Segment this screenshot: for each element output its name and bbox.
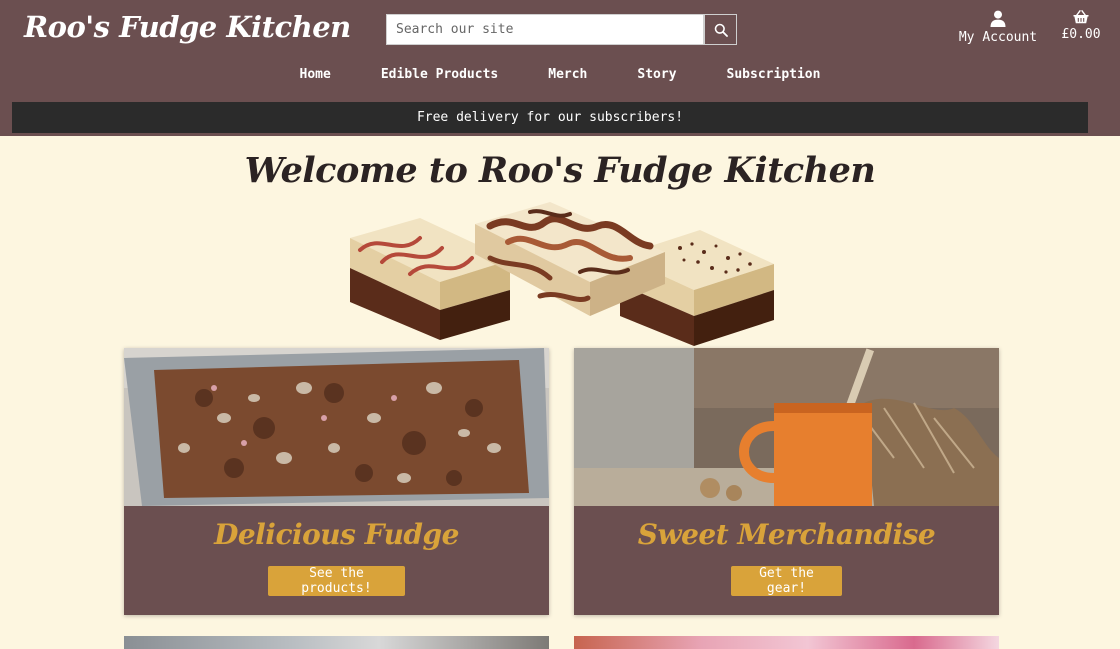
fudge-tray-image [124,348,549,506]
fudge-illustration [350,202,774,346]
get-gear-button[interactable]: Get the gear! [731,566,842,596]
nav-item-home[interactable]: Home [300,67,331,82]
cart-link[interactable]: £0.00 [1054,10,1108,42]
delivery-banner: Free delivery for our subscribers! [12,102,1088,133]
search-bar [386,14,737,45]
see-products-button[interactable]: See the products! [268,566,405,596]
card-image-partial [124,636,549,649]
fudge-card: Delicious Fudge See the products! [124,348,549,615]
nav-item-subscription[interactable]: Subscription [727,67,821,82]
flowers-image-partial [574,636,999,649]
basket-icon [1073,10,1089,24]
nav-item-story[interactable]: Story [637,67,676,82]
my-account-link[interactable]: My Account [952,10,1044,45]
orange-mug-image [574,348,999,506]
site-logo[interactable]: Roo's Fudge Kitchen [24,10,351,44]
cart-total: £0.00 [1061,27,1101,42]
nav-item-merch[interactable]: Merch [548,67,587,82]
nav-item-edible-products[interactable]: Edible Products [381,67,498,82]
fudge-card-title: Delicious Fudge [214,518,459,551]
site-header: Roo's Fudge Kitchen My Account £0.00 Hom… [0,0,1120,136]
search-input[interactable] [386,14,704,45]
welcome-title: Welcome to Roo's Fudge Kitchen [244,150,876,191]
merch-card-title: Sweet Merchandise [637,518,936,551]
search-button[interactable] [704,14,737,45]
main-nav: Home Edible Products Merch Story Subscri… [0,67,1120,82]
search-icon [714,23,728,37]
merch-card: Sweet Merchandise Get the gear! [574,348,999,615]
my-account-label: My Account [958,30,1038,45]
user-icon [990,10,1006,27]
